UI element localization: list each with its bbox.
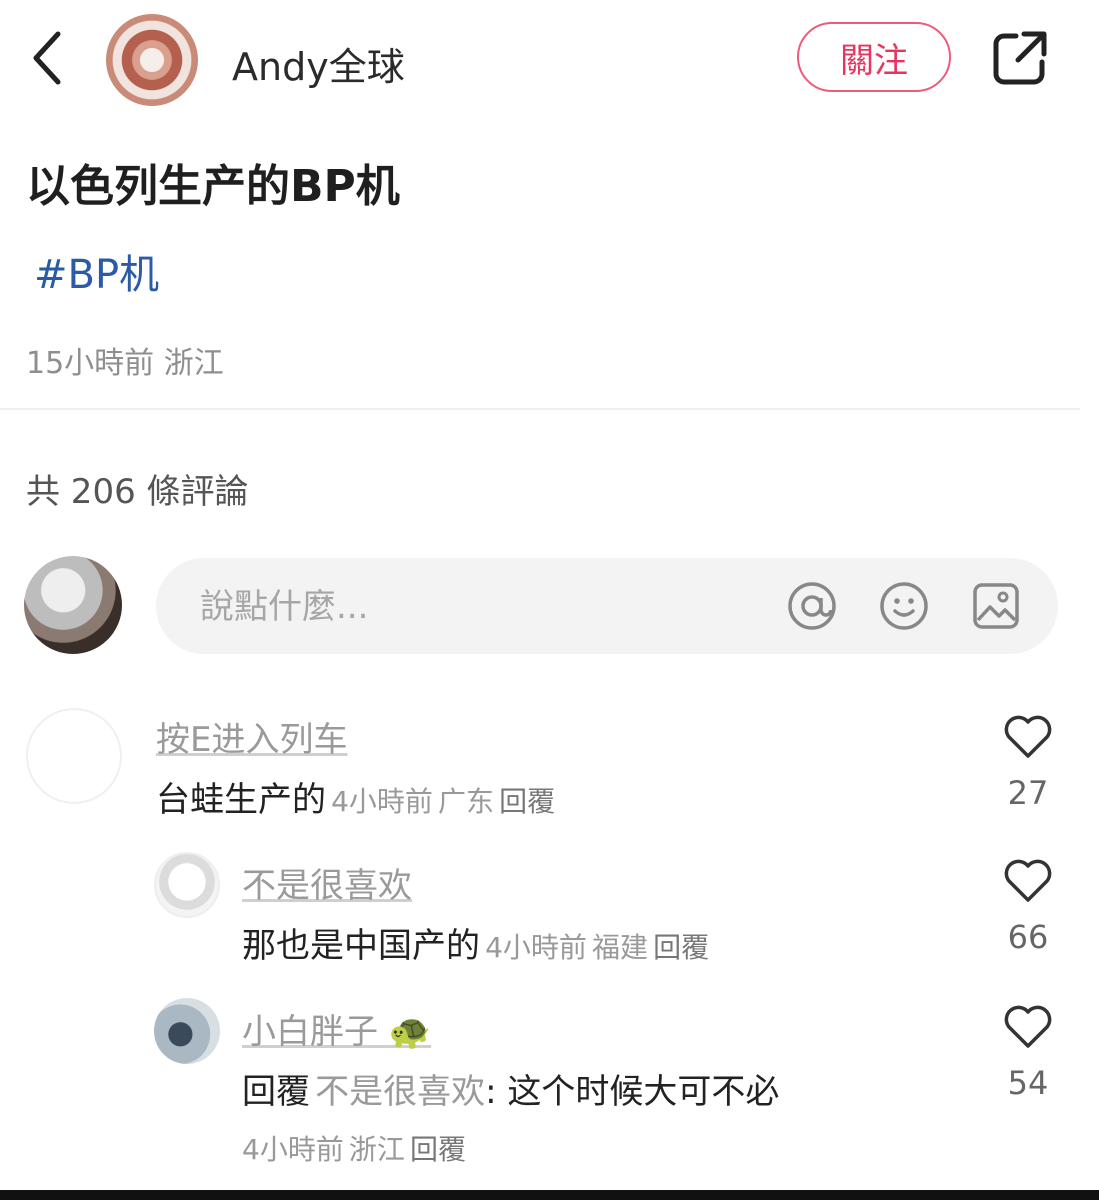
comment-text: 台蛙生产的 — [156, 780, 326, 820]
reply-button[interactable]: 回覆 — [653, 931, 709, 964]
post-hashtag[interactable]: #BP机 — [34, 242, 159, 300]
reply-prefix: 回覆 — [242, 1072, 310, 1112]
comment-username[interactable]: 小白胖子 🐢 — [242, 1004, 431, 1053]
comment-time: 4小時前 — [242, 1133, 344, 1166]
current-user-avatar — [24, 556, 122, 654]
reply-target-username[interactable]: 不是很喜欢 — [315, 1072, 485, 1112]
comment-avatar[interactable] — [154, 852, 220, 918]
comment-text: 那也是中国产的 — [242, 926, 480, 966]
comment-location: 浙江 — [348, 1133, 405, 1166]
reply-button[interactable]: 回覆 — [499, 785, 555, 818]
bottom-bar — [0, 1190, 1099, 1200]
comment-username-text: 小白胖子 — [242, 1012, 378, 1052]
comment-count: 共 206 條評論 — [26, 472, 249, 512]
author-avatar[interactable] — [106, 14, 198, 106]
share-button[interactable] — [990, 28, 1050, 88]
author-name[interactable]: Andy全球 — [232, 36, 405, 91]
comment-text: : 这个时候大可不必 — [485, 1072, 780, 1112]
comment-body: 台蛙生产的 4小時前 广东 回覆 — [156, 772, 555, 821]
comment-time: 4小時前 — [331, 785, 433, 818]
comment-username[interactable]: 按E进入列车 — [156, 712, 347, 761]
comment-body: 回覆 不是很喜欢: 这个时候大可不必 — [242, 1064, 779, 1113]
comment-location: 福建 — [592, 931, 649, 964]
image-icon[interactable] — [970, 580, 1022, 632]
back-button[interactable] — [26, 28, 70, 88]
reply-button[interactable]: 回覆 — [410, 1133, 466, 1166]
emoji-icon[interactable] — [878, 580, 930, 632]
comment-input[interactable] — [198, 576, 762, 638]
like-count: 27 — [1007, 774, 1049, 812]
post-meta: 15小時前 浙江 — [26, 338, 224, 382]
at-icon[interactable] — [786, 580, 838, 632]
share-icon — [993, 31, 1047, 85]
comment-time: 4小時前 — [485, 931, 587, 964]
like-count: 54 — [1007, 1064, 1049, 1102]
comment-body: 那也是中国产的 4小時前 福建 回覆 — [242, 918, 709, 967]
divider — [0, 408, 1080, 410]
post-location: 浙江 — [163, 346, 224, 381]
chevron-left-icon — [33, 31, 61, 85]
comment-avatar[interactable] — [26, 708, 122, 804]
comment-composer[interactable] — [156, 558, 1058, 654]
comment-meta: 4小時前 浙江 回覆 — [242, 1128, 466, 1168]
comment-location: 广东 — [438, 785, 495, 818]
turtle-icon: 🐢 — [388, 1012, 432, 1052]
comment-avatar[interactable] — [154, 998, 220, 1064]
like-count: 66 — [1007, 918, 1049, 956]
heart-icon[interactable] — [1000, 852, 1056, 908]
heart-icon[interactable] — [1000, 708, 1056, 764]
follow-button[interactable]: 關注 — [797, 22, 951, 92]
heart-icon[interactable] — [1000, 998, 1056, 1054]
comment-username[interactable]: 不是很喜欢 — [242, 858, 412, 907]
post-title: 以色列生产的BP机 — [26, 161, 400, 212]
post-time: 15小時前 — [26, 346, 155, 381]
